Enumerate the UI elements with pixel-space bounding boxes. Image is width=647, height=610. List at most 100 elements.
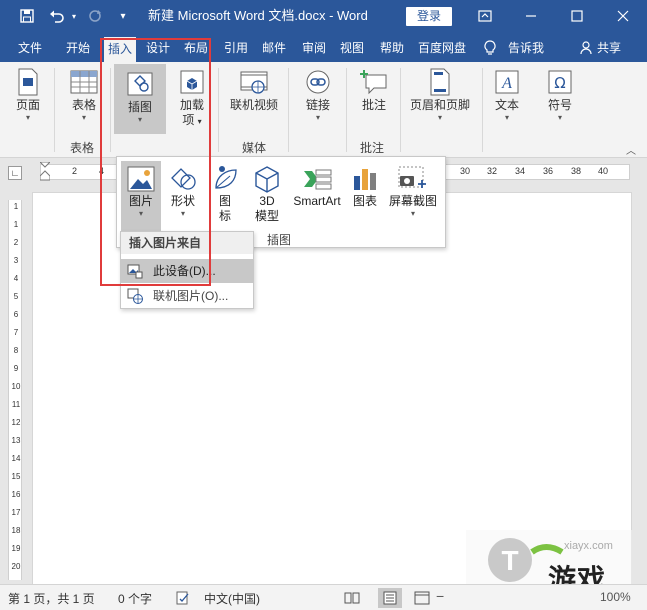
menu-item-this-device[interactable]: 此设备(D)... <box>121 259 253 283</box>
menu-item-online-pictures[interactable]: 联机图片(O)... <box>121 284 253 308</box>
3d-models-label-line1: 3D <box>259 194 275 208</box>
3d-models-label-line2: 模型 <box>254 209 279 223</box>
ruler-number: 2 <box>13 238 19 247</box>
camera-icon <box>398 164 428 194</box>
read-mode-icon[interactable] <box>344 591 360 608</box>
divider <box>218 68 219 152</box>
tab-design[interactable]: 设计 <box>146 38 170 58</box>
addins-label-line2: 项 ▾ <box>182 113 202 127</box>
text-label: 文本 <box>494 98 519 112</box>
tab-help[interactable]: 帮助 <box>380 38 404 58</box>
text-button[interactable]: A 文本 ▾ <box>488 66 526 123</box>
ruler-number: 9 <box>13 364 19 373</box>
share-button[interactable]: 共享 <box>597 38 621 58</box>
ruler-number: 16 <box>11 490 21 499</box>
3d-models-button[interactable]: 3D 模型 <box>247 161 287 224</box>
table-button[interactable]: 表格 ▾ <box>64 66 104 123</box>
zoom-level[interactable]: 100% <box>600 590 631 604</box>
insert-picture-menu: 插入图片来自 此设备(D)... 联机图片(O)... <box>120 231 254 309</box>
tab-home[interactable]: 开始 <box>66 38 90 58</box>
bar-chart-icon <box>350 164 380 194</box>
tab-file[interactable]: 文件 <box>18 38 42 58</box>
omega-icon: Ω <box>544 66 576 98</box>
customize-qat-icon[interactable]: ▾ <box>116 0 130 32</box>
addins-button[interactable]: 加载 项 ▾ <box>172 66 212 129</box>
tab-layout[interactable]: 布局 <box>184 38 208 58</box>
symbols-button[interactable]: Ω 符号 ▾ <box>540 66 580 123</box>
tab-baidu-netdisk[interactable]: 百度网盘 <box>418 38 466 58</box>
icons-icon <box>210 164 240 194</box>
language-indicator[interactable]: 中文(中国) <box>204 590 260 607</box>
chevron-down-icon: ▾ <box>315 113 320 122</box>
comments-group-label: 批注 <box>360 141 385 155</box>
ruler-number: 4 <box>13 274 19 283</box>
shapes-icon <box>168 164 198 194</box>
ruler-number: 36 <box>543 166 554 176</box>
screenshot-label: 屏幕截图 <box>388 194 437 208</box>
zoom-out-icon[interactable]: − <box>436 588 444 604</box>
undo-dropdown-icon[interactable]: ▾ <box>68 0 80 32</box>
close-icon[interactable] <box>600 0 646 32</box>
login-button[interactable]: 登录 <box>406 7 452 26</box>
tab-references[interactable]: 引用 <box>224 38 248 58</box>
menu-header: 插入图片来自 <box>121 232 253 254</box>
ruler-number: 7 <box>13 328 19 337</box>
lightbulb-icon[interactable] <box>484 38 498 58</box>
tell-me-search[interactable]: 告诉我 <box>508 38 544 58</box>
pages-button[interactable]: 页面 ▾ <box>10 66 46 123</box>
save-icon[interactable] <box>14 0 40 32</box>
link-button[interactable]: 链接 ▾ <box>298 66 338 123</box>
ruler-number: 34 <box>515 166 526 176</box>
proofing-icon[interactable] <box>176 591 190 608</box>
illustrations-button[interactable]: 插图 ▾ <box>114 64 166 134</box>
indent-marker-icon[interactable] <box>38 161 52 184</box>
header-footer-button[interactable]: 页眉和页脚 ▾ <box>404 66 476 123</box>
minimize-icon[interactable] <box>508 0 554 32</box>
chart-button[interactable]: 图表 <box>347 161 383 209</box>
svg-text:Ω: Ω <box>554 74 565 92</box>
link-label: 链接 <box>305 98 330 112</box>
icons-label-line2: 标 <box>218 209 231 223</box>
ruler-number: 38 <box>571 166 582 176</box>
icons-button[interactable]: 图 标 <box>209 161 241 224</box>
comment-icon <box>358 66 390 98</box>
header-footer-icon <box>424 66 456 98</box>
menu-item-label: 联机图片(O)... <box>153 289 229 303</box>
ruler-number: 6 <box>13 310 19 319</box>
ribbon-display-options-icon[interactable] <box>462 0 508 32</box>
pages-label: 页面 <box>15 98 40 112</box>
maximize-icon[interactable] <box>554 0 600 32</box>
web-layout-icon[interactable] <box>414 591 430 608</box>
vertical-ruler-bar[interactable]: 1 1 2 3 4 5 6 7 8 9 10 11 12 13 14 15 16… <box>8 200 22 580</box>
online-video-button[interactable]: 联机视频 <box>226 66 282 113</box>
new-comment-button[interactable]: 批注 <box>354 66 394 113</box>
shapes-button[interactable]: 形状 ▾ <box>163 161 203 219</box>
ribbon-tab-bar: 文件 开始 插入 设计 布局 引用 邮件 审阅 视图 帮助 百度网盘 告诉我 共… <box>0 32 647 62</box>
word-count[interactable]: 0 个字 <box>118 590 152 607</box>
ruler-number: 13 <box>11 436 21 445</box>
page-count[interactable]: 第 1 页，共 1 页 <box>8 590 95 607</box>
ruler-number: 14 <box>11 454 21 463</box>
table-group-label: 表格 <box>70 141 95 155</box>
header-footer-label: 页眉和页脚 <box>409 98 470 112</box>
screenshot-button[interactable]: 屏幕截图 ▾ <box>385 161 441 219</box>
tab-view[interactable]: 视图 <box>340 38 364 58</box>
print-layout-icon[interactable] <box>378 588 402 608</box>
online-video-icon <box>238 66 270 98</box>
smartart-button[interactable]: SmartArt <box>289 161 345 209</box>
tab-mailings[interactable]: 邮件 <box>262 38 286 58</box>
pictures-button[interactable]: 图片 ▾ <box>121 161 161 231</box>
comment-label: 批注 <box>361 98 386 112</box>
undo-icon[interactable] <box>46 0 68 32</box>
redo-icon[interactable] <box>86 0 104 32</box>
tab-selector[interactable]: ∟ <box>8 166 22 180</box>
tab-review[interactable]: 审阅 <box>302 38 326 58</box>
illustrations-group-label: 插图 <box>267 233 292 247</box>
chevron-down-icon: ▾ <box>138 209 143 218</box>
divider <box>110 68 111 152</box>
share-user-icon[interactable] <box>580 38 594 58</box>
collapse-ribbon-icon[interactable]: ︿ <box>626 142 636 157</box>
tab-insert[interactable]: 插入 <box>104 37 137 62</box>
symbols-label: 符号 <box>547 98 572 112</box>
ruler-number: 1 <box>13 220 19 229</box>
